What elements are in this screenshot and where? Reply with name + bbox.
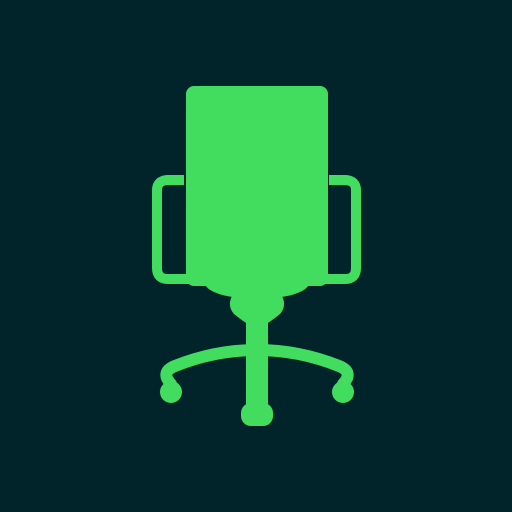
chair-gas-lift-mount <box>229 296 285 324</box>
chair-caster-front <box>241 403 273 426</box>
chair-backrest <box>186 86 328 286</box>
chair-caster-left <box>160 381 182 403</box>
chair-column <box>246 320 268 410</box>
chair-caster-right <box>332 381 354 403</box>
office-chair-icon <box>152 86 361 426</box>
chair-seat <box>205 267 309 299</box>
icon-canvas <box>0 0 512 512</box>
